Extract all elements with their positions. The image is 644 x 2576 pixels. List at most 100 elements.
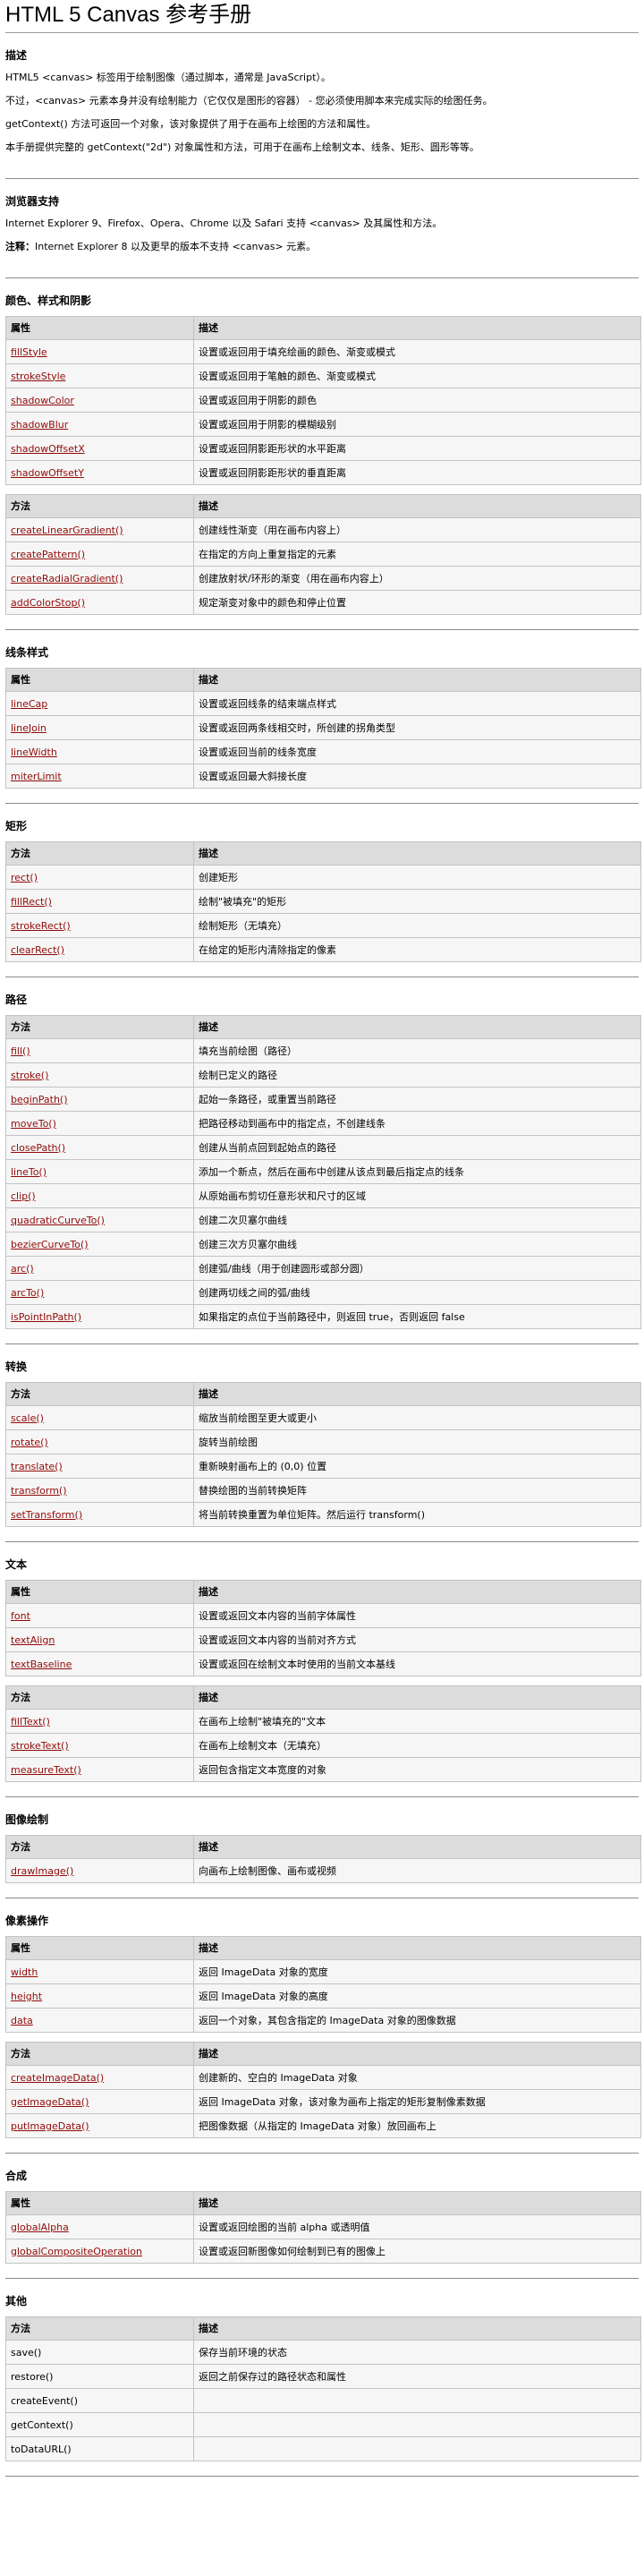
table-row: createImageData() 创建新的、空白的 ImageData 对象 [5,2065,641,2090]
reference-link[interactable]: addColorStop() [11,597,85,609]
reference-link[interactable]: stroke() [11,1070,48,1081]
column-header-name: 方法 [5,2042,194,2066]
reference-link[interactable]: fillText() [11,1716,50,1727]
name-cell: lineJoin [5,715,194,740]
description-cell: 如果指定的点位于当前路径中，则返回 true，否则返回 false [193,1304,641,1329]
reference-link[interactable]: textBaseline [11,1659,72,1670]
name-cell: data [5,2008,194,2033]
table-row: shadowOffsetX 设置或返回阴影距形状的水平距离 [5,436,641,461]
reference-link[interactable]: quadraticCurveTo() [11,1215,105,1226]
reference-table: 属性 描述 lineCap 设置或返回线条的结束端点样式 lineJoin 设置或返回两条… [5,668,641,789]
reference-link[interactable]: createRadialGradient() [11,573,123,584]
description-cell: 创建二次贝塞尔曲线 [193,1207,641,1233]
table-row: lineJoin 设置或返回两条线相交时，所创建的拐角类型 [5,715,641,740]
reference-link[interactable]: shadowBlur [11,419,68,431]
reference-link[interactable]: translate() [11,1461,63,1472]
section-heading: 合成 [5,2170,28,2182]
note-label: 注释： [5,241,35,252]
reference-link[interactable]: width [11,1966,38,1978]
description-cell: 设置或返回用于阴影的模糊级别 [193,412,641,437]
reference-link[interactable]: textAlign [11,1634,55,1646]
description-cell: 旋转当前绘图 [193,1429,641,1454]
reference-link[interactable]: measureText() [11,1764,81,1776]
reference-link[interactable]: getImageData() [11,2096,89,2108]
name-cell: measureText() [5,1757,194,1782]
reference-link[interactable]: createPattern() [11,549,85,560]
reference-link[interactable]: createLinearGradient() [11,525,123,536]
table-row: arc() 创建弧/曲线（用于创建圆形或部分圆） [5,1256,641,1281]
name-cell: shadowBlur [5,412,194,437]
description-cell: 绘制矩形（无填充） [193,913,641,938]
table-row: clearRect() 在给定的矩形内清除指定的像素 [5,937,641,962]
reference-link[interactable]: globalCompositeOperation [11,2246,142,2257]
table-row: fillText() 在画布上绘制"被填充的"文本 [5,1709,641,1734]
reference-link[interactable]: isPointInPath() [11,1311,81,1323]
reference-link[interactable]: lineWidth [11,746,57,758]
reference-link[interactable]: strokeText() [11,1740,69,1752]
name-cell: bezierCurveTo() [5,1232,194,1257]
reference-link[interactable]: arc() [11,1263,34,1275]
reference-sections: 颜色、样式和阴影 属性 描述 fillStyle 设置或返回用于填充绘画的颜色、渐变或模… [5,278,641,2477]
reference-link[interactable]: transform() [11,1485,67,1497]
reference-link[interactable]: closePath() [11,1142,65,1154]
reference-link[interactable]: shadowOffsetX [11,443,85,455]
table-row: miterLimit 设置或返回最大斜接长度 [5,763,641,789]
table-row: font 设置或返回文本内容的当前字体属性 [5,1603,641,1628]
description-cell: 设置或返回文本内容的当前对齐方式 [193,1627,641,1652]
reference-link[interactable]: data [11,2015,33,2026]
table-row: shadowColor 设置或返回用于阴影的颜色 [5,388,641,413]
reference-link[interactable]: strokeRect() [11,920,71,932]
reference-link[interactable]: arcTo() [11,1287,44,1299]
reference-link[interactable]: bezierCurveTo() [11,1239,89,1250]
table-row: moveTo() 把路径移动到画布中的指定点，不创建线条 [5,1111,641,1136]
table-row: getContext() [5,2412,641,2437]
reference-link[interactable]: height [11,1991,42,2002]
description-cell: 在画布上绘制"被填充的"文本 [193,1709,641,1734]
column-header-name: 方法 [5,841,194,866]
reference-link[interactable]: moveTo() [11,1118,56,1130]
reference-link[interactable]: createImageData() [11,2072,104,2084]
reference-link[interactable]: drawImage() [11,1865,73,1877]
reference-link[interactable]: putImageData() [11,2120,89,2132]
column-header-description: 描述 [193,1580,641,1604]
reference-link[interactable]: shadowOffsetY [11,467,84,479]
reference-link[interactable]: clip() [11,1190,36,1202]
reference-link[interactable]: lineJoin [11,722,47,734]
reference-link[interactable]: clearRect() [11,944,64,956]
description-cell: 设置或返回用于笔触的颜色、渐变或模式 [193,363,641,388]
table-row: globalAlpha 设置或返回绘图的当前 alpha 或透明值 [5,2214,641,2239]
name-cell: getContext() [5,2412,194,2437]
table-row: fillRect() 绘制"被填充"的矩形 [5,889,641,914]
table-row: drawImage() 向画布上绘制图像、画布或视频 [5,1858,641,1883]
reference-link[interactable]: fill() [11,1045,30,1057]
reference-link[interactable]: rotate() [11,1437,48,1448]
description-cell: 返回一个对象，其包含指定的 ImageData 对象的图像数据 [193,2008,641,2033]
name-cell: fill() [5,1038,194,1063]
reference-name: getContext() [11,2418,73,2431]
reference-link[interactable]: lineTo() [11,1166,47,1178]
reference-link[interactable]: setTransform() [11,1509,82,1521]
name-cell: quadraticCurveTo() [5,1207,194,1233]
reference-link[interactable]: font [11,1610,30,1622]
column-header-name: 方法 [5,1835,194,1859]
page-title: HTML 5 Canvas 参考手册 [5,0,639,33]
reference-link[interactable]: fillRect() [11,896,52,908]
reference-link[interactable]: strokeStyle [11,371,65,382]
description-cell: 创建两切线之间的弧/曲线 [193,1280,641,1305]
reference-link[interactable]: lineCap [11,698,47,710]
reference-link[interactable]: globalAlpha [11,2222,69,2233]
reference-link[interactable]: rect() [11,872,38,883]
reference-name: restore() [11,2370,54,2383]
reference-link[interactable]: miterLimit [11,771,62,782]
section-heading: 路径 [5,994,28,1006]
reference-link[interactable]: beginPath() [11,1094,68,1105]
reference-link[interactable]: fillStyle [11,346,47,358]
reference-link[interactable]: scale() [11,1412,44,1424]
name-cell: drawImage() [5,1858,194,1883]
page: HTML 5 Canvas 参考手册 描述 HTML5 <canvas> 标签用… [0,0,641,2486]
column-header-name: 方法 [5,1382,194,1406]
table-row: textAlign 设置或返回文本内容的当前对齐方式 [5,1627,641,1652]
section-heading: 颜色、样式和阴影 [5,294,92,307]
reference-link[interactable]: shadowColor [11,395,74,406]
reference-table: 方法 描述 rect() 创建矩形 fillRect() 绘制"被填充"的矩形 stroke… [5,841,641,962]
